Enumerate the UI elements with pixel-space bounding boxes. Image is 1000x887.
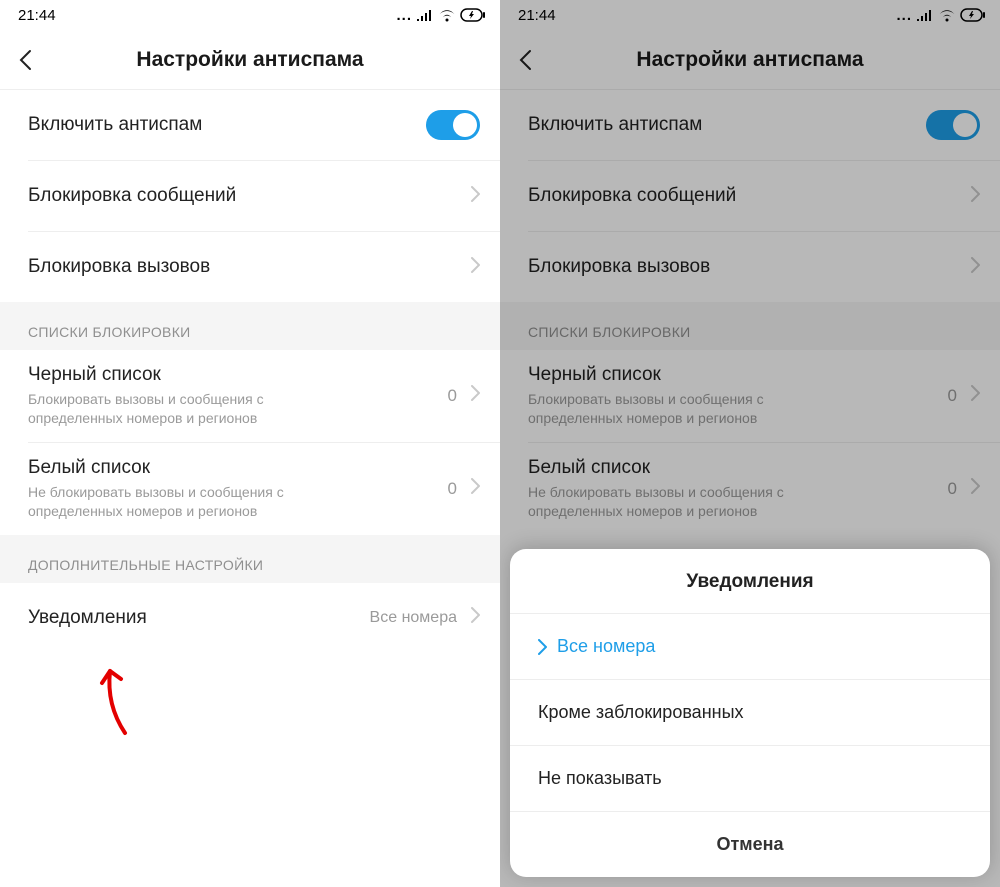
screen-left: 21:44 ... Настройки антиспама Включить а… <box>0 0 500 887</box>
sheet-notifications: Уведомления Все номера Кроме заблокирова… <box>510 549 990 877</box>
back-button[interactable] <box>500 30 550 90</box>
row-label: Блокировка сообщений <box>528 185 736 207</box>
row-label: Белый список <box>528 457 828 479</box>
sheet-option-label: Все номера <box>557 636 655 657</box>
row-label: Уведомления <box>28 607 147 629</box>
sheet-option-label: Кроме заблокированных <box>538 702 744 723</box>
sheet-option-except-blocked[interactable]: Кроме заблокированных <box>510 680 990 745</box>
row-blacklist[interactable]: Черный список Блокировать вызовы и сообщ… <box>0 350 500 442</box>
chevron-right-icon <box>471 186 480 207</box>
row-label: Белый список <box>28 457 328 479</box>
row-label: Блокировка вызовов <box>28 256 210 278</box>
status-time: 21:44 <box>518 7 556 24</box>
sheet-title: Уведомления <box>510 549 990 613</box>
status-bar: 21:44 ... <box>0 0 500 30</box>
annotation-arrow-icon <box>95 663 155 743</box>
chevron-right-icon <box>471 257 480 278</box>
row-block-calls[interactable]: Блокировка вызовов <box>0 232 500 302</box>
chevron-right-icon <box>971 478 980 499</box>
battery-icon <box>460 8 486 22</box>
sheet-option-label: Не показывать <box>538 768 662 789</box>
row-description: Блокировать вызовы и сообщения с определ… <box>528 390 828 428</box>
chevron-right-icon <box>471 607 480 628</box>
row-blacklist[interactable]: Черный список Блокировать вызовы и сообщ… <box>500 350 1000 442</box>
signal-icon <box>916 9 934 21</box>
row-whitelist[interactable]: Белый список Не блокировать вызовы и соо… <box>500 443 1000 535</box>
row-description: Не блокировать вызовы и сообщения с опре… <box>28 483 328 521</box>
more-icon: ... <box>396 7 412 24</box>
row-label: Блокировка сообщений <box>28 185 236 207</box>
battery-icon <box>960 8 986 22</box>
wifi-icon <box>438 9 456 22</box>
row-block-messages[interactable]: Блокировка сообщений <box>0 161 500 231</box>
row-value: Все номера <box>370 609 457 627</box>
page-title: Настройки антиспама <box>500 48 1000 72</box>
sheet-option-all[interactable]: Все номера <box>510 614 990 679</box>
row-label: Включить антиспам <box>528 114 702 136</box>
row-block-messages[interactable]: Блокировка сообщений <box>500 161 1000 231</box>
row-label: Включить антиспам <box>28 114 202 136</box>
header: Настройки антиспама <box>0 30 500 90</box>
section-additional: ДОПОЛНИТЕЛЬНЫЕ НАСТРОЙКИ <box>0 535 500 583</box>
chevron-right-icon <box>971 257 980 278</box>
row-description: Не блокировать вызовы и сообщения с опре… <box>528 483 828 521</box>
count-badge: 0 <box>948 386 957 406</box>
chevron-left-icon <box>518 49 532 71</box>
toggle-switch[interactable] <box>926 110 980 140</box>
count-badge: 0 <box>448 479 457 499</box>
row-notifications[interactable]: Уведомления Все номера <box>0 583 500 653</box>
row-enable-antispam[interactable]: Включить антиспам <box>500 90 1000 160</box>
row-enable-antispam[interactable]: Включить антиспам <box>0 90 500 160</box>
header: Настройки антиспама <box>500 30 1000 90</box>
chevron-right-icon <box>971 385 980 406</box>
more-icon: ... <box>896 7 912 24</box>
row-label: Черный список <box>528 364 828 386</box>
back-button[interactable] <box>0 30 50 90</box>
section-blocklists: СПИСКИ БЛОКИРОВКИ <box>0 302 500 350</box>
toggle-switch[interactable] <box>426 110 480 140</box>
screen-right: 21:44 ... Настройки антиспама Включить а… <box>500 0 1000 887</box>
section-blocklists: СПИСКИ БЛОКИРОВКИ <box>500 302 1000 350</box>
status-icons: ... <box>896 7 986 24</box>
chevron-right-icon <box>471 385 480 406</box>
status-icons: ... <box>396 7 486 24</box>
sheet-option-hide[interactable]: Не показывать <box>510 746 990 811</box>
chevron-left-icon <box>18 49 32 71</box>
row-whitelist[interactable]: Белый список Не блокировать вызовы и соо… <box>0 443 500 535</box>
page-title: Настройки антиспама <box>0 48 500 72</box>
chevron-right-icon <box>538 639 547 655</box>
count-badge: 0 <box>948 479 957 499</box>
signal-icon <box>416 9 434 21</box>
status-bar: 21:44 ... <box>500 0 1000 30</box>
chevron-right-icon <box>971 186 980 207</box>
row-label: Блокировка вызовов <box>528 256 710 278</box>
row-label: Черный список <box>28 364 328 386</box>
row-description: Блокировать вызовы и сообщения с определ… <box>28 390 328 428</box>
count-badge: 0 <box>448 386 457 406</box>
status-time: 21:44 <box>18 7 56 24</box>
wifi-icon <box>938 9 956 22</box>
chevron-right-icon <box>471 478 480 499</box>
row-block-calls[interactable]: Блокировка вызовов <box>500 232 1000 302</box>
sheet-cancel-button[interactable]: Отмена <box>510 811 990 877</box>
